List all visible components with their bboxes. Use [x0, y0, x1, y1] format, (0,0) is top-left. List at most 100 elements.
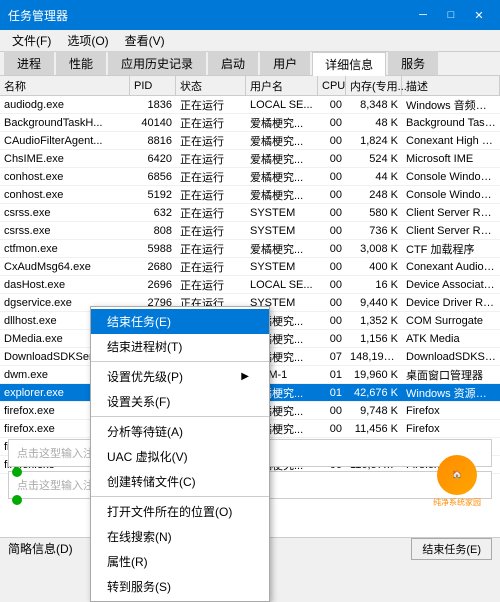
cell-mem: 524 K: [346, 153, 402, 165]
cell-user: LOCAL SE...: [246, 99, 318, 111]
tab-performance[interactable]: 性能: [56, 51, 106, 75]
ctx-item-label: 分析等待链(A): [107, 423, 183, 440]
tab-processes[interactable]: 进程: [4, 51, 54, 75]
menu-file[interactable]: 文件(F): [4, 30, 59, 51]
table-row[interactable]: dasHost.exe 2696 正在运行 LOCAL SE... 00 16 …: [0, 276, 500, 294]
table-row[interactable]: CxAudMsg64.exe 2680 正在运行 SYSTEM 00 400 K…: [0, 258, 500, 276]
table-row[interactable]: CAudioFilterAgent... 8816 正在运行 爱橘梗究... 0…: [0, 132, 500, 150]
cell-desc: Microsoft IME: [402, 153, 500, 165]
context-menu-item[interactable]: 结束任务(E): [91, 309, 269, 334]
cell-user: 爱橘梗究...: [246, 187, 318, 203]
col-header-desc[interactable]: 描述: [402, 76, 500, 95]
cell-cpu: 00: [318, 99, 346, 111]
logo-text: 纯净系统家园: [433, 497, 481, 508]
cell-mem: 1,352 K: [346, 315, 402, 327]
cell-mem: 148,196 K: [346, 351, 402, 363]
col-header-status[interactable]: 状态: [176, 76, 246, 95]
tab-bar: 进程 性能 应用历史记录 启动 用户 详细信息 服务: [0, 52, 500, 76]
tab-startup[interactable]: 启动: [208, 51, 258, 75]
context-menu-item[interactable]: 设置优先级(P)▶: [91, 364, 269, 389]
cell-desc: COM Surrogate: [402, 315, 500, 327]
cell-status: 正在运行: [176, 133, 246, 149]
tab-details[interactable]: 详细信息: [312, 52, 386, 76]
context-menu-item[interactable]: 属性(R): [91, 549, 269, 574]
context-menu-item[interactable]: 打开文件所在的位置(O): [91, 499, 269, 524]
context-menu-item[interactable]: 结束进程树(T): [91, 334, 269, 359]
cell-cpu: 00: [318, 153, 346, 165]
table-row[interactable]: audiodg.exe 1836 正在运行 LOCAL SE... 00 8,3…: [0, 96, 500, 114]
table-row[interactable]: csrss.exe 808 正在运行 SYSTEM 00 736 K Clien…: [0, 222, 500, 240]
cell-user: SYSTEM: [246, 207, 318, 219]
tab-app-history[interactable]: 应用历史记录: [108, 51, 206, 75]
minimize-button[interactable]: ─: [410, 5, 436, 25]
close-button[interactable]: ✕: [466, 5, 492, 25]
col-header-cpu[interactable]: CPU: [318, 76, 346, 95]
table-row[interactable]: conhost.exe 5192 正在运行 爱橘梗究... 00 248 K C…: [0, 186, 500, 204]
cell-status: 正在运行: [176, 277, 246, 293]
cell-mem: 248 K: [346, 189, 402, 201]
table-row[interactable]: csrss.exe 632 正在运行 SYSTEM 00 580 K Clien…: [0, 204, 500, 222]
cell-status: 正在运行: [176, 115, 246, 131]
cell-cpu: 00: [318, 441, 346, 453]
table-row[interactable]: ctfmon.exe 5988 正在运行 爱橘梗究... 00 3,008 K …: [0, 240, 500, 258]
maximize-button[interactable]: □: [438, 5, 464, 25]
context-menu-item[interactable]: 转到服务(S): [91, 574, 269, 599]
cell-status: 正在运行: [176, 223, 246, 239]
context-menu-item[interactable]: 分析等待链(A): [91, 419, 269, 444]
context-menu-item[interactable]: UAC 虚拟化(V): [91, 444, 269, 469]
cell-cpu: 07: [318, 351, 346, 363]
cell-cpu: 00: [318, 459, 346, 471]
context-menu-item[interactable]: 在线搜索(N): [91, 524, 269, 549]
cell-user: 爱橘梗究...: [246, 133, 318, 149]
cell-user: 爱橘梗究...: [246, 241, 318, 257]
cell-name: BackgroundTaskH...: [0, 117, 130, 129]
menu-bar: 文件(F) 选项(O) 查看(V): [0, 30, 500, 52]
status-text[interactable]: 简略信息(D): [8, 540, 73, 557]
cell-pid: 2696: [130, 279, 176, 291]
tab-services[interactable]: 服务: [388, 51, 438, 75]
cell-desc: Console Window Host: [402, 189, 500, 201]
menu-view[interactable]: 查看(V): [117, 30, 173, 51]
cell-pid: 808: [130, 225, 176, 237]
cell-desc: Conexant High Definiti...: [402, 135, 500, 147]
cell-desc: Firefox: [402, 423, 500, 435]
cell-status: 正在运行: [176, 151, 246, 167]
cell-user: 爱橘梗究...: [246, 169, 318, 185]
menu-options[interactable]: 选项(O): [59, 30, 116, 51]
context-menu-separator: [91, 496, 269, 497]
app-title: 任务管理器: [8, 7, 68, 24]
cell-pid: 6420: [130, 153, 176, 165]
col-header-user[interactable]: 用户名: [246, 76, 318, 95]
context-menu-item[interactable]: 设置关系(F): [91, 389, 269, 414]
cell-cpu: 00: [318, 225, 346, 237]
cell-mem: 9,440 K: [346, 297, 402, 309]
cell-pid: 1836: [130, 99, 176, 111]
cell-cpu: 00: [318, 243, 346, 255]
green-dot-2: [12, 495, 22, 505]
table-row[interactable]: conhost.exe 6856 正在运行 爱橘梗究... 00 44 K Co…: [0, 168, 500, 186]
cell-cpu: 00: [318, 207, 346, 219]
cell-desc: Windows 音频设备图...: [402, 97, 500, 113]
ctx-item-label: 设置关系(F): [107, 393, 170, 410]
cell-mem: 11,456 K: [346, 423, 402, 435]
cell-cpu: 00: [318, 279, 346, 291]
cell-desc: Device Association Fr...: [402, 279, 500, 291]
table-row[interactable]: BackgroundTaskH... 40140 正在运行 爱橘梗究... 00…: [0, 114, 500, 132]
cell-user: LOCAL SE...: [246, 279, 318, 291]
end-task-button[interactable]: 结束任务(E): [411, 538, 492, 560]
context-menu-item[interactable]: 创建转储文件(C): [91, 469, 269, 494]
cell-status: 正在运行: [176, 97, 246, 113]
table-row[interactable]: ChsIME.exe 6420 正在运行 爱橘梗究... 00 524 K Mi…: [0, 150, 500, 168]
cell-pid: 5192: [130, 189, 176, 201]
cell-mem: 736 K: [346, 225, 402, 237]
ctx-item-label: 在线搜索(N): [107, 528, 172, 545]
tab-users[interactable]: 用户: [260, 51, 310, 75]
cell-user: 爱橘梗究...: [246, 115, 318, 131]
cell-cpu: 00: [318, 135, 346, 147]
cell-desc: DownloadSDKServer: [402, 351, 500, 363]
col-header-pid[interactable]: PID: [130, 76, 176, 95]
col-header-name[interactable]: 名称: [0, 76, 130, 95]
col-header-mem[interactable]: 内存(专用...: [346, 76, 402, 95]
cell-desc: Conexant Audio Messa...: [402, 261, 500, 273]
cell-desc: Firefox: [402, 405, 500, 417]
